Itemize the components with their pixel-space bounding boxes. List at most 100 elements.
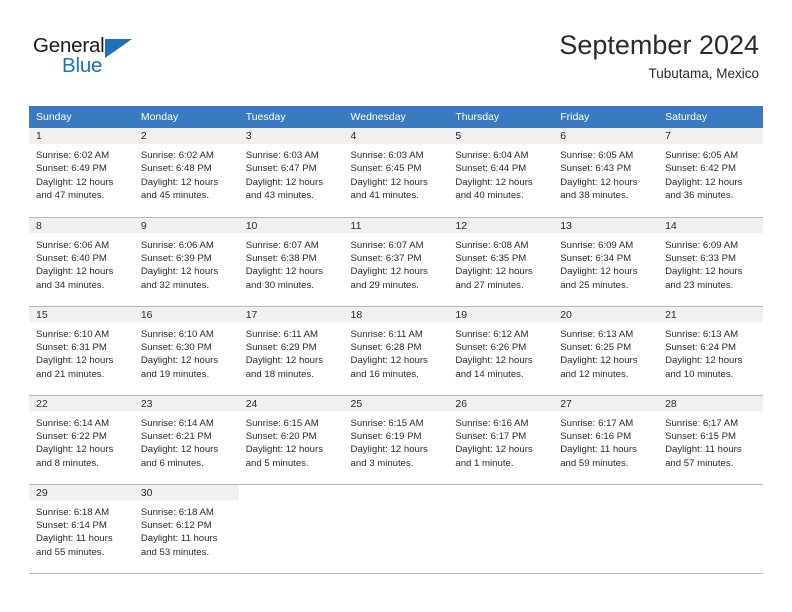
sunset-text: Sunset: 6:31 PM [36, 341, 107, 353]
day-number: 3 [245, 130, 252, 142]
daylight-text-line1: Daylight: 12 hours [665, 176, 743, 188]
weekday-header-saturday: Saturday [658, 106, 763, 128]
day-details: Sunrise: 6:15 AM Sunset: 6:20 PM Daylight:… [239, 412, 344, 471]
calendar-table: Sunday Monday Tuesday Wednesday Thursday… [29, 106, 763, 574]
calendar-day-cell[interactable]: 4 Sunrise: 6:03 AM Sunset: 6:45 PM Daylight… [343, 128, 449, 218]
daylight-text-line2: and 10 minutes. [665, 368, 734, 380]
day-details: Sunrise: 6:16 AM Sunset: 6:17 PM Daylight:… [448, 412, 553, 471]
daylight-text-line1: Daylight: 12 hours [36, 444, 114, 456]
calendar-day-cell[interactable]: 10 Sunrise: 6:07 AM Sunset: 6:38 PM Dayligh… [238, 217, 344, 307]
calendar-day-cell[interactable]: 7 Sunrise: 6:05 AM Sunset: 6:42 PM Daylight… [658, 128, 763, 218]
calendar-day-cell[interactable]: 21 Sunrise: 6:13 AM Sunset: 6:24 PM Dayligh… [658, 306, 763, 396]
daylight-text-line2: and 8 minutes. [36, 457, 99, 469]
calendar-day-cell[interactable]: 5 Sunrise: 6:04 AM Sunset: 6:44 PM Daylight… [448, 128, 554, 218]
calendar-empty-cell [238, 484, 344, 574]
sunrise-text: Sunrise: 6:11 AM [350, 328, 423, 340]
calendar-day-cell[interactable]: 29 Sunrise: 6:18 AM Sunset: 6:14 PM Dayligh… [29, 484, 134, 574]
calendar-day-cell[interactable]: 11 Sunrise: 6:07 AM Sunset: 6:37 PM Dayligh… [343, 217, 449, 307]
daylight-text-line2: and 23 minutes. [665, 279, 734, 291]
sunrise-text: Sunrise: 6:12 AM [455, 328, 529, 340]
sunset-text: Sunset: 6:42 PM [665, 163, 736, 175]
day-number: 2 [140, 130, 147, 142]
calendar-week-row: 15 Sunrise: 6:10 AM Sunset: 6:31 PM Dayligh… [29, 306, 763, 396]
calendar-day-cell[interactable]: 23 Sunrise: 6:14 AM Sunset: 6:21 PM Dayligh… [133, 395, 239, 485]
sunset-text: Sunset: 6:44 PM [455, 163, 527, 175]
day-number: 11 [350, 219, 362, 232]
day-details: Sunrise: 6:13 AM Sunset: 6:24 PM Daylight:… [658, 323, 763, 382]
calendar-day-cell[interactable]: 20 Sunrise: 6:13 AM Sunset: 6:25 PM Dayligh… [553, 306, 659, 396]
day-details: Sunrise: 6:09 AM Sunset: 6:33 PM Daylight:… [658, 234, 763, 293]
calendar-day-cell[interactable]: 27 Sunrise: 6:17 AM Sunset: 6:16 PM Dayligh… [553, 395, 659, 485]
daylight-text-line1: Daylight: 12 hours [350, 176, 428, 188]
calendar-day-cell[interactable]: 12 Sunrise: 6:08 AM Sunset: 6:35 PM Dayligh… [448, 217, 554, 307]
daylight-text-line2: and 57 minutes. [665, 457, 734, 469]
sunrise-text: Sunrise: 6:11 AM [245, 328, 319, 340]
daylight-text-line1: Daylight: 11 hours [36, 533, 113, 545]
day-number: 25 [350, 397, 363, 410]
sunrise-text: Sunrise: 6:07 AM [245, 239, 319, 251]
daylight-text-line1: Daylight: 12 hours [560, 266, 638, 278]
calendar-day-cell[interactable]: 25 Sunrise: 6:15 AM Sunset: 6:19 PM Dayligh… [343, 395, 449, 485]
masthead: General Blue September 2024 Tubutama, Me… [0, 0, 792, 100]
title-block: September 2024 Tubutama, Mexico [559, 30, 759, 82]
daylight-text-line2: and 41 minutes. [350, 190, 419, 202]
calendar-day-cell[interactable]: 9 Sunrise: 6:06 AM Sunset: 6:39 PM Daylight… [133, 217, 239, 307]
day-details: Sunrise: 6:08 AM Sunset: 6:35 PM Daylight:… [448, 234, 553, 293]
daylight-text-line2: and 53 minutes. [140, 546, 210, 558]
day-number: 28 [665, 397, 677, 410]
daylight-text-line1: Daylight: 12 hours [245, 176, 324, 188]
day-details: Sunrise: 6:13 AM Sunset: 6:25 PM Daylight:… [553, 323, 658, 382]
calendar-day-cell[interactable]: 13 Sunrise: 6:09 AM Sunset: 6:34 PM Dayligh… [553, 217, 659, 307]
daylight-text-line2: and 18 minutes. [245, 368, 314, 380]
day-details: Sunrise: 6:03 AM Sunset: 6:45 PM Daylight:… [344, 144, 449, 203]
sunrise-text: Sunrise: 6:10 AM [36, 328, 110, 340]
daylight-text-line1: Daylight: 12 hours [455, 444, 533, 456]
day-details: Sunrise: 6:05 AM Sunset: 6:42 PM Daylight:… [658, 144, 763, 203]
calendar-day-cell[interactable]: 8 Sunrise: 6:06 AM Sunset: 6:40 PM Daylight… [29, 217, 134, 307]
calendar-day-cell[interactable]: 22 Sunrise: 6:14 AM Sunset: 6:22 PM Dayligh… [29, 395, 134, 485]
day-number: 17 [245, 308, 258, 321]
day-details: Sunrise: 6:10 AM Sunset: 6:30 PM Daylight:… [134, 323, 239, 382]
day-number: 14 [665, 219, 677, 232]
daylight-text-line1: Daylight: 12 hours [665, 355, 743, 367]
calendar-day-cell[interactable]: 3 Sunrise: 6:03 AM Sunset: 6:47 PM Daylight… [238, 128, 344, 218]
daylight-text-line2: and 59 minutes. [560, 457, 629, 469]
sunrise-text: Sunrise: 6:10 AM [140, 328, 214, 340]
daylight-text-line2: and 25 minutes. [560, 279, 629, 291]
calendar-day-cell[interactable]: 14 Sunrise: 6:09 AM Sunset: 6:33 PM Dayligh… [658, 217, 763, 307]
sunrise-text: Sunrise: 6:02 AM [140, 150, 214, 161]
calendar-day-cell[interactable]: 16 Sunrise: 6:10 AM Sunset: 6:30 PM Dayligh… [133, 306, 239, 396]
calendar-day-cell[interactable]: 24 Sunrise: 6:15 AM Sunset: 6:20 PM Dayligh… [238, 395, 344, 485]
day-number: 9 [140, 219, 147, 232]
sunrise-text: Sunrise: 6:18 AM [36, 506, 110, 518]
calendar-day-cell[interactable]: 26 Sunrise: 6:16 AM Sunset: 6:17 PM Dayligh… [448, 395, 554, 485]
calendar-day-cell[interactable]: 15 Sunrise: 6:10 AM Sunset: 6:31 PM Dayligh… [29, 306, 134, 396]
sunrise-text: Sunrise: 6:03 AM [245, 150, 319, 161]
calendar-day-cell[interactable]: 17 Sunrise: 6:11 AM Sunset: 6:29 PM Dayligh… [238, 306, 344, 396]
calendar-day-cell[interactable]: 1 Sunrise: 6:02 AM Sunset: 6:49 PM Daylight… [29, 128, 134, 218]
calendar-day-cell[interactable]: 2 Sunrise: 6:02 AM Sunset: 6:48 PM Daylight… [133, 128, 239, 218]
daylight-text-line1: Daylight: 12 hours [350, 355, 428, 367]
calendar-day-cell[interactable]: 28 Sunrise: 6:17 AM Sunset: 6:15 PM Dayligh… [658, 395, 763, 485]
daylight-text-line2: and 16 minutes. [350, 368, 419, 380]
calendar-day-cell[interactable]: 19 Sunrise: 6:12 AM Sunset: 6:26 PM Dayligh… [448, 306, 554, 396]
calendar-day-cell[interactable]: 30 Sunrise: 6:18 AM Sunset: 6:12 PM Dayligh… [133, 484, 239, 574]
day-number: 20 [560, 308, 572, 321]
sunset-text: Sunset: 6:43 PM [560, 163, 632, 175]
day-number: 18 [350, 308, 363, 321]
day-number: 4 [350, 130, 357, 142]
daylight-text-line2: and 6 minutes. [140, 457, 204, 469]
sunset-text: Sunset: 6:17 PM [455, 430, 527, 442]
daylight-text-line1: Daylight: 12 hours [140, 355, 219, 367]
general-blue-logo[interactable]: General Blue [33, 35, 233, 84]
sunset-text: Sunset: 6:21 PM [140, 430, 212, 442]
daylight-text-line2: and 27 minutes. [455, 279, 524, 291]
calendar-day-cell[interactable]: 18 Sunrise: 6:11 AM Sunset: 6:28 PM Dayligh… [343, 306, 449, 396]
day-details: Sunrise: 6:17 AM Sunset: 6:16 PM Daylight:… [553, 412, 658, 471]
calendar-day-cell[interactable]: 6 Sunrise: 6:05 AM Sunset: 6:43 PM Daylight… [553, 128, 659, 218]
day-details: Sunrise: 6:18 AM Sunset: 6:14 PM Daylight:… [29, 501, 134, 560]
weekday-header-thursday: Thursday [448, 106, 554, 128]
day-details: Sunrise: 6:11 AM Sunset: 6:28 PM Daylight:… [344, 323, 449, 382]
day-details: Sunrise: 6:14 AM Sunset: 6:22 PM Daylight:… [29, 412, 134, 471]
sunset-text: Sunset: 6:47 PM [245, 163, 317, 175]
